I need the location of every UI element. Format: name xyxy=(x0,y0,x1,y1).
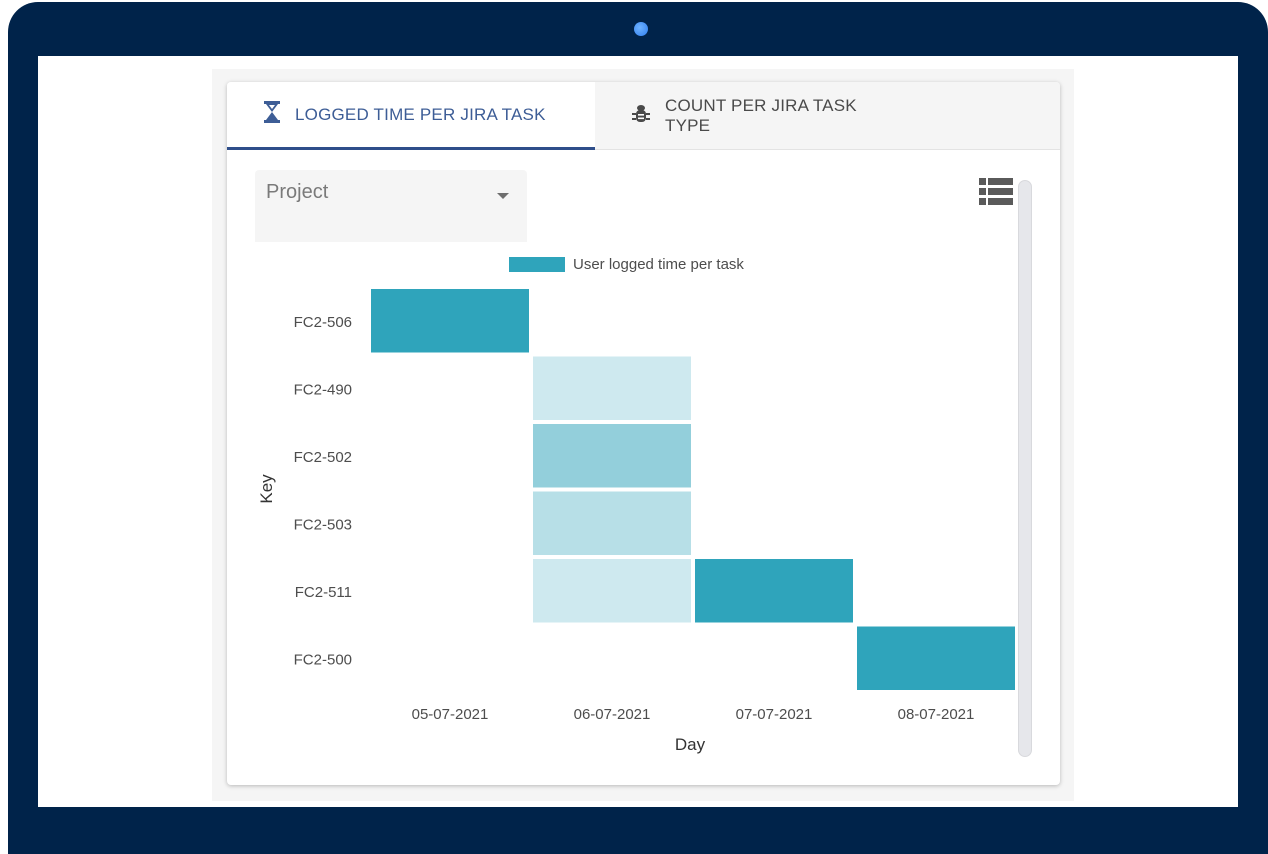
heatmap-cell[interactable] xyxy=(533,491,691,556)
x-tick-label: 06-07-2021 xyxy=(574,706,651,723)
x-tick-label: 07-07-2021 xyxy=(736,706,813,723)
heatmap-cell[interactable] xyxy=(533,559,691,623)
y-tick-label: FC2-502 xyxy=(294,449,352,466)
legend-swatch xyxy=(509,257,565,272)
y-tick-label: FC2-511 xyxy=(295,584,352,601)
tab-logged-time[interactable]: LOGGED TIME PER JIRA TASK xyxy=(227,82,595,150)
x-axis-title: Day xyxy=(675,735,706,754)
y-tick-label: FC2-500 xyxy=(294,651,352,668)
y-tick-label: FC2-506 xyxy=(294,314,352,331)
bug-icon xyxy=(631,104,651,129)
chevron-down-icon xyxy=(497,188,509,206)
y-axis-title: Key xyxy=(257,474,276,504)
camera-dot xyxy=(634,22,648,36)
y-tick-label: FC2-490 xyxy=(294,381,352,398)
tab-bar: LOGGED TIME PER JIRA TASK COUNT PER JIRA… xyxy=(227,82,1060,150)
tab-label: LOGGED TIME PER JIRA TASK xyxy=(295,104,546,124)
heatmap-cell[interactable] xyxy=(857,626,1015,691)
x-tick-label: 08-07-2021 xyxy=(898,706,975,723)
y-tick-label: FC2-503 xyxy=(294,516,352,533)
legend-label: User logged time per task xyxy=(573,256,744,273)
heatmap-chart: User logged time per task FC2-506 FC2-490… xyxy=(257,256,1015,754)
project-select[interactable]: Project xyxy=(255,170,527,242)
x-tick-label: 05-07-2021 xyxy=(412,706,489,723)
tab-label: COUNT PER JIRA TASK TYPE xyxy=(665,96,857,135)
heatmap-cell[interactable] xyxy=(371,289,529,353)
list-view-icon[interactable] xyxy=(979,178,1013,211)
heatmap-cell[interactable] xyxy=(533,356,691,421)
hourglass-icon xyxy=(263,101,281,128)
select-label: Project xyxy=(266,181,329,203)
tab-count-per-type[interactable]: COUNT PER JIRA TASK TYPE xyxy=(595,82,895,150)
chart-card: LOGGED TIME PER JIRA TASK COUNT PER JIRA… xyxy=(227,82,1060,785)
heatmap-cell[interactable] xyxy=(695,559,853,623)
heatmap-cell[interactable] xyxy=(533,424,691,488)
